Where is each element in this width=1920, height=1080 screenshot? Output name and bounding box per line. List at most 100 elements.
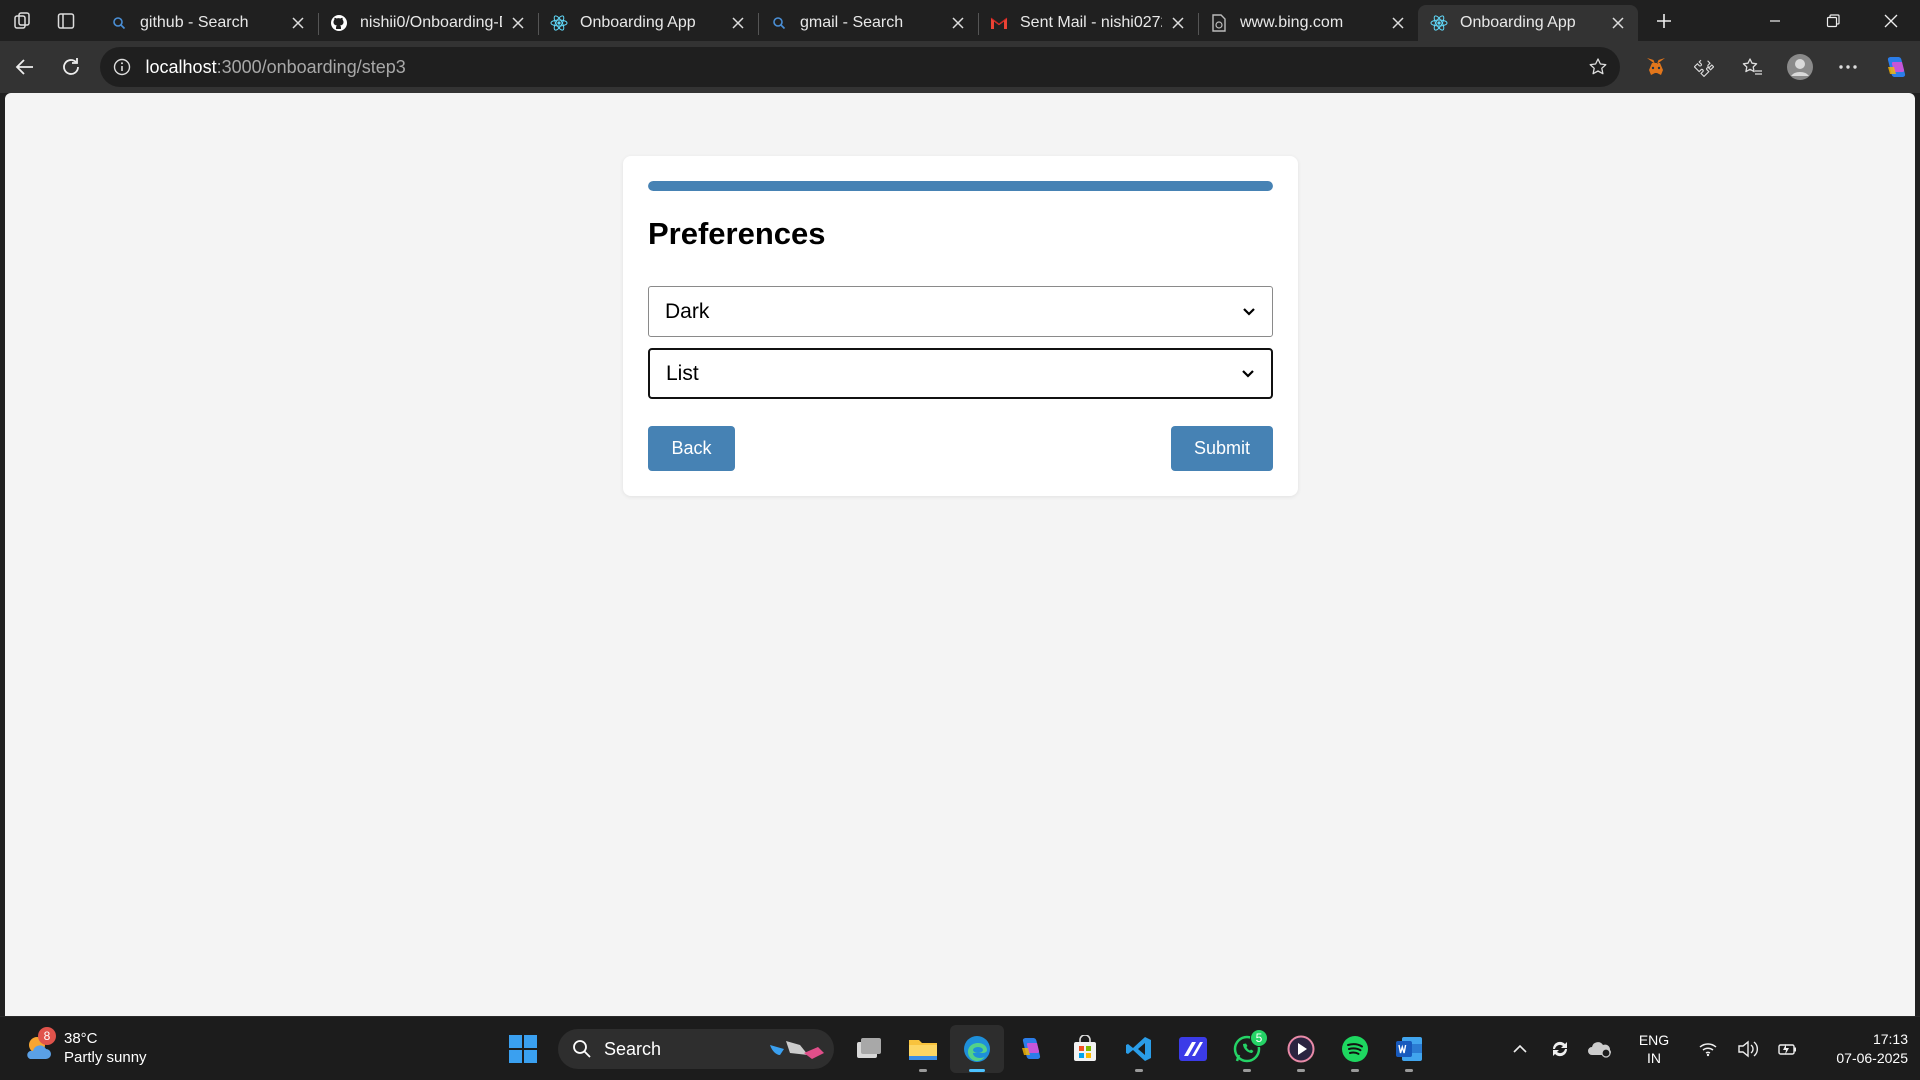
tab-title: github - Search — [140, 13, 249, 31]
chevron-down-icon — [1242, 369, 1254, 378]
address-bar[interactable]: localhost:3000/onboarding/step3 — [99, 47, 1620, 87]
profile-avatar-icon[interactable] — [1776, 47, 1824, 87]
close-icon[interactable] — [288, 13, 308, 33]
weather-condition: Partly sunny — [64, 1049, 147, 1066]
media-player-icon[interactable] — [1274, 1025, 1328, 1073]
theme-select-value: Dark — [665, 299, 710, 323]
wifi-icon[interactable] — [1688, 1029, 1728, 1069]
new-tab-button[interactable] — [1644, 3, 1684, 39]
tab-title: gmail - Search — [800, 13, 904, 31]
edge-browser-icon[interactable] — [950, 1025, 1004, 1073]
task-view-button[interactable] — [842, 1025, 896, 1073]
tab-title: Onboarding App — [1460, 13, 1576, 31]
navigation-bar: localhost:3000/onboarding/step3 — [0, 41, 1920, 93]
file-explorer-icon[interactable] — [896, 1025, 950, 1073]
tab-gmail-search[interactable]: gmail - Search — [758, 5, 978, 41]
search-icon — [573, 1040, 591, 1058]
layout-select[interactable]: List — [648, 348, 1273, 399]
battery-icon[interactable] — [1768, 1029, 1808, 1069]
theme-select[interactable]: Dark — [648, 286, 1273, 337]
taskbar: 8 38°C Partly sunny Search 5 ENG IN 17:1… — [0, 1016, 1920, 1080]
extensions-icon[interactable] — [1680, 47, 1728, 87]
word-icon[interactable] — [1382, 1025, 1436, 1073]
language-code: ENG — [1638, 1032, 1670, 1048]
spotify-icon[interactable] — [1328, 1025, 1382, 1073]
sync-icon[interactable] — [1540, 1029, 1580, 1069]
close-icon[interactable] — [728, 13, 748, 33]
tab-title: nishii0/Onboarding-D — [360, 13, 502, 31]
tab-bing[interactable]: www.bing.com — [1198, 5, 1418, 41]
search-highlight-icon — [770, 1041, 824, 1059]
toolbar-actions — [1632, 47, 1920, 87]
search-icon — [110, 14, 128, 32]
tab-onboarding-app[interactable]: Onboarding App — [538, 5, 758, 41]
system-tray: ENG IN 17:13 07-06-2025 — [1500, 1025, 1920, 1073]
favorites-icon[interactable] — [1728, 47, 1776, 87]
back-arrow-icon[interactable] — [2, 47, 48, 87]
notification-bell-icon[interactable] — [1908, 1029, 1920, 1069]
close-icon[interactable] — [508, 13, 528, 33]
taskbar-apps: Search 5 — [496, 1025, 1436, 1073]
close-icon[interactable] — [1608, 13, 1628, 33]
start-button[interactable] — [496, 1025, 550, 1073]
close-icon[interactable] — [1168, 13, 1188, 33]
tab-title: Sent Mail - nishi0272 — [1020, 13, 1162, 31]
tab-onboarding-app-active[interactable]: Onboarding App — [1418, 4, 1638, 41]
gmail-icon — [990, 14, 1008, 32]
site-info-icon[interactable] — [112, 57, 132, 77]
weather-text: 38°C Partly sunny — [64, 1029, 147, 1067]
weather-widget[interactable]: 8 38°C Partly sunny — [22, 1027, 147, 1067]
microsoft-store-icon[interactable] — [1058, 1025, 1112, 1073]
submit-button[interactable]: Submit — [1171, 426, 1273, 471]
chevron-up-icon[interactable] — [1500, 1029, 1540, 1069]
window-controls — [1746, 0, 1920, 41]
react-icon — [1430, 14, 1448, 32]
close-icon[interactable] — [1388, 13, 1408, 33]
page-icon — [1210, 13, 1228, 32]
restore-icon[interactable] — [1804, 0, 1862, 41]
progress-fill — [648, 181, 1273, 191]
whatsapp-icon[interactable]: 5 — [1220, 1025, 1274, 1073]
weather-alert-badge: 8 — [38, 1027, 56, 1045]
vscode-icon[interactable] — [1112, 1025, 1166, 1073]
minimize-icon[interactable] — [1746, 0, 1804, 41]
page-viewport: Preferences Dark List Back Submit — [5, 93, 1915, 1016]
close-window-icon[interactable] — [1862, 0, 1920, 41]
onedrive-icon[interactable] — [1580, 1029, 1620, 1069]
close-icon[interactable] — [948, 13, 968, 33]
language-indicator[interactable]: ENG IN — [1626, 1031, 1682, 1067]
clock-time: 17:13 — [1872, 1031, 1908, 1047]
refresh-icon[interactable] — [48, 47, 94, 87]
taskbar-search-label: Search — [604, 1038, 662, 1059]
metamask-extension-icon[interactable] — [1632, 47, 1680, 87]
url-text: localhost:3000/onboarding/step3 — [145, 56, 406, 77]
volume-icon[interactable] — [1728, 1029, 1768, 1069]
tab-github-repo[interactable]: nishii0/Onboarding-D — [318, 5, 538, 41]
back-button[interactable]: Back — [648, 426, 735, 471]
layout-select-value: List — [666, 361, 699, 385]
taskbar-search[interactable]: Search — [558, 1029, 834, 1069]
page-title: Preferences — [648, 216, 826, 251]
react-icon — [550, 14, 568, 32]
workspaces-icon[interactable] — [0, 0, 44, 41]
clock[interactable]: 17:13 07-06-2025 — [1812, 1030, 1908, 1068]
preferences-card: Preferences Dark List Back Submit — [623, 156, 1298, 496]
github-icon — [330, 14, 348, 32]
power-automate-icon[interactable] — [1166, 1025, 1220, 1073]
clock-date: 07-06-2025 — [1836, 1050, 1908, 1066]
more-options-icon[interactable] — [1824, 47, 1872, 87]
tab-github-search[interactable]: github - Search — [98, 5, 318, 41]
copilot-app-icon[interactable] — [1004, 1025, 1058, 1073]
weather-temp: 38°C — [64, 1030, 98, 1047]
tab-title: Onboarding App — [580, 13, 696, 31]
progress-bar — [648, 181, 1273, 191]
favorite-star-icon[interactable] — [1588, 57, 1608, 77]
region-code: IN — [1647, 1050, 1661, 1066]
search-icon — [770, 14, 788, 32]
tab-sent-mail[interactable]: Sent Mail - nishi0272 — [978, 5, 1198, 41]
vertical-tabs-icon[interactable] — [44, 0, 88, 41]
whatsapp-unread-badge: 5 — [1250, 1029, 1268, 1047]
chevron-down-icon — [1243, 307, 1255, 316]
copilot-icon[interactable] — [1872, 47, 1920, 87]
weather-sun-cloud-icon: 8 — [22, 1027, 56, 1065]
